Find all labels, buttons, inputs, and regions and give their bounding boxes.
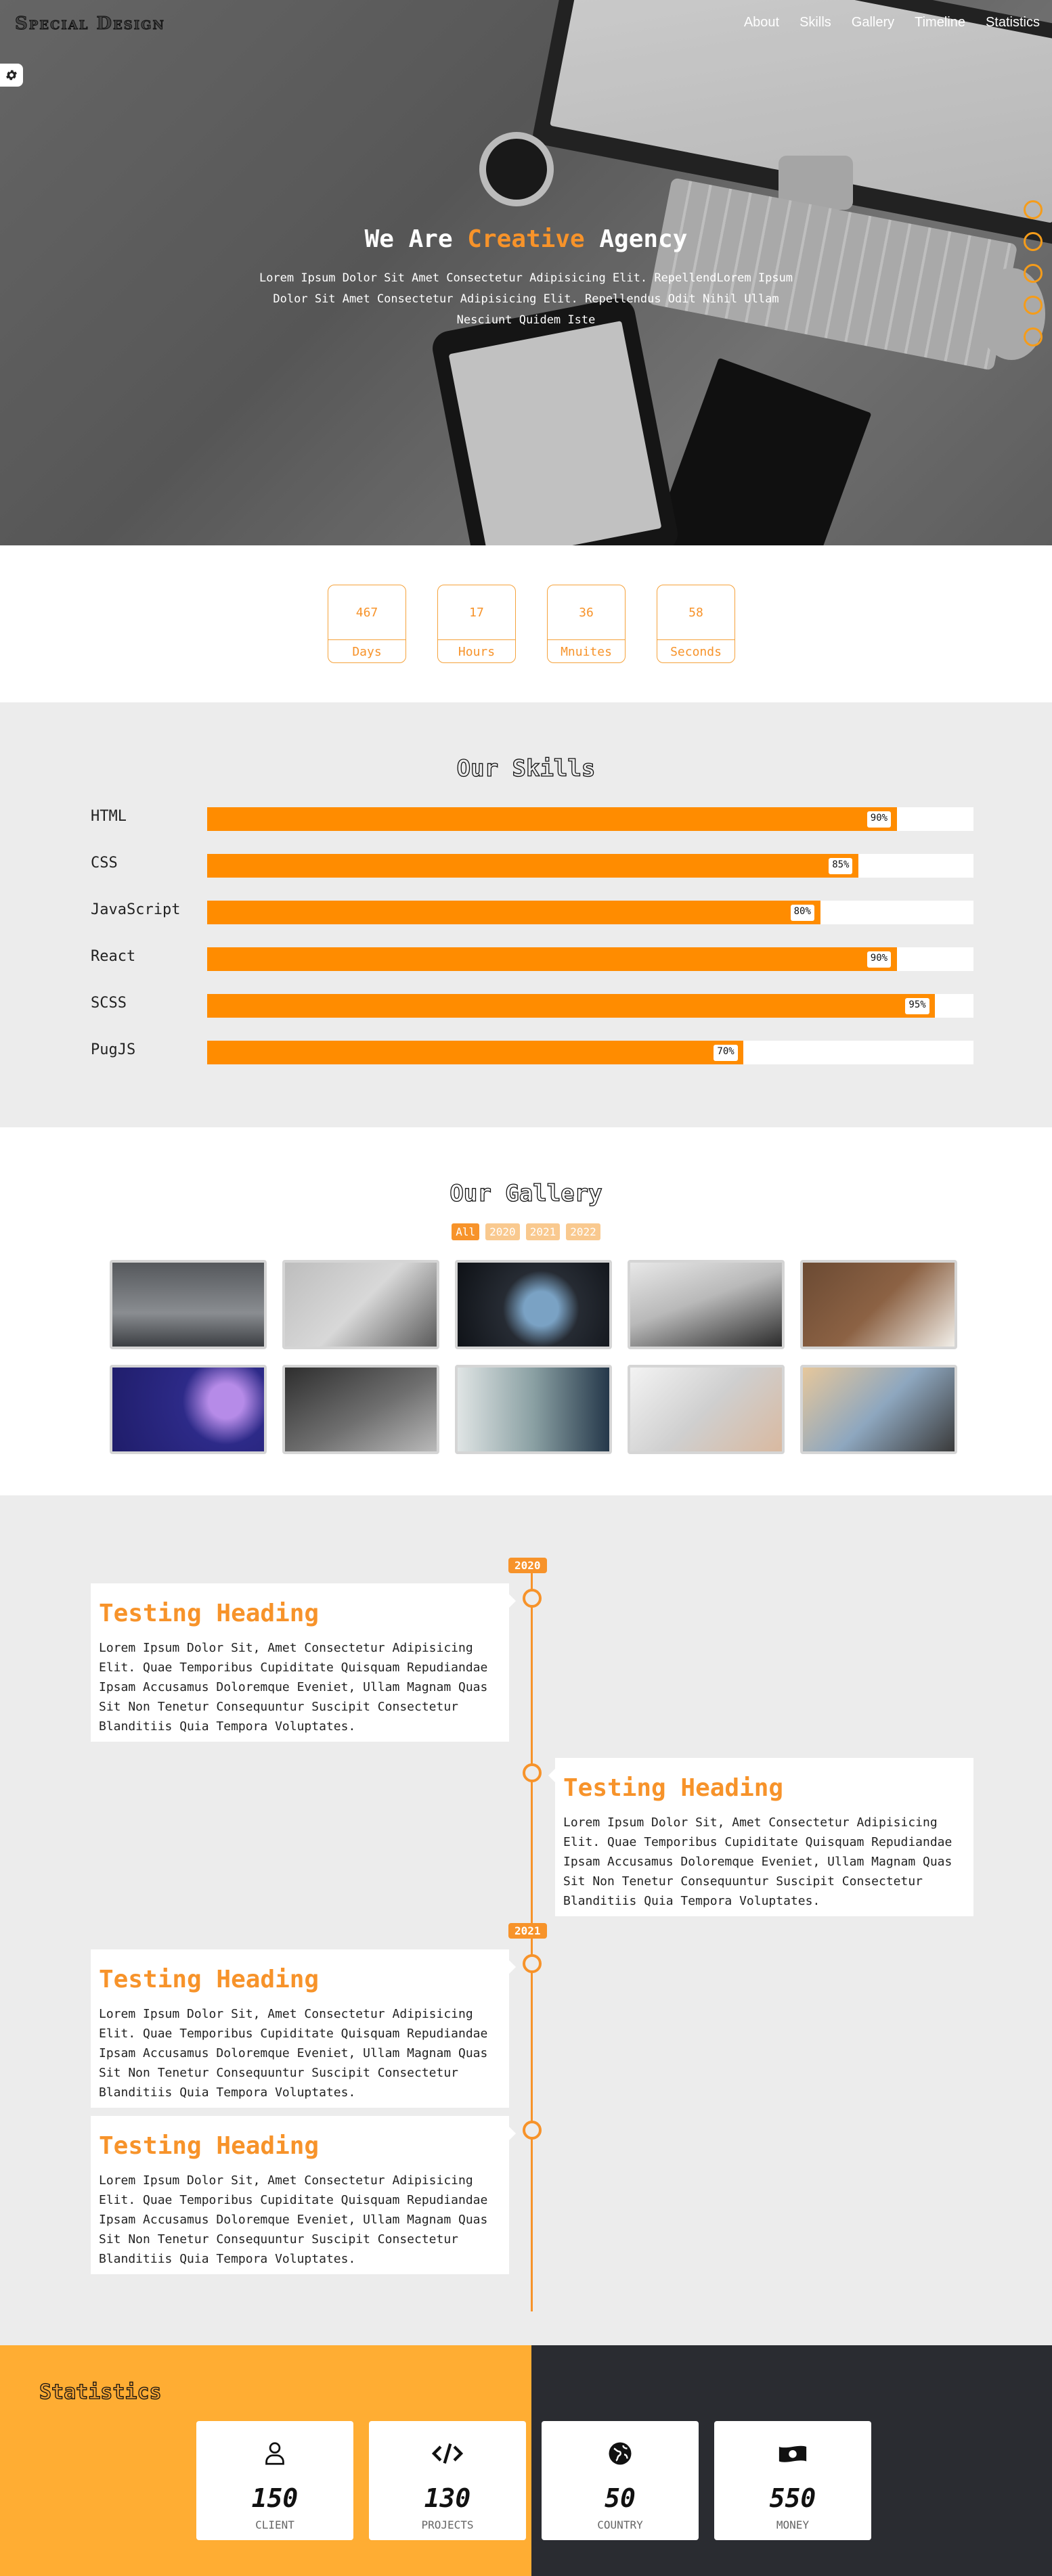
countdown-seconds: 58 Seconds <box>657 585 735 663</box>
skill-row: SCSS 95% <box>91 991 973 1018</box>
gallery-image[interactable] <box>110 1260 267 1349</box>
skill-percent-label: 90% <box>867 951 892 968</box>
skill-percent-label: 90% <box>867 811 892 828</box>
timeline-heading: Testing Heading <box>563 1774 784 1802</box>
hero-intro: We Are Creative Agency Lorem Ipsum Dolor… <box>0 225 1052 331</box>
user-icon <box>196 2441 353 2472</box>
timeline-year-2020: 2020 <box>508 1558 547 1573</box>
timeline-card: Testing Heading Lorem Ipsum Dolor Sit, A… <box>91 2116 516 2274</box>
skill-progress-fill <box>207 854 859 878</box>
skills-section: Our Skills HTML 90% CSS 85% JavaScript 80% Rea… <box>0 702 1052 1127</box>
timeline-card: Testing Heading Lorem Ipsum Dolor Sit, A… <box>91 1583 516 1742</box>
gallery-image[interactable] <box>800 1365 957 1454</box>
countdown-days: 467 Days <box>328 585 406 663</box>
timeline-section: 2020 Testing Heading Lorem Ipsum Dolor S… <box>0 1495 1052 2345</box>
skill-percent-label: 80% <box>790 905 814 921</box>
skill-progress-track: 90% <box>207 807 973 831</box>
skill-progress-track: 80% <box>207 901 973 924</box>
timeline-heading: Testing Heading <box>99 1600 320 1627</box>
gallery-section: Our Gallery All 2020 2021 2022 <box>0 1127 1052 1495</box>
timeline-heading: Testing Heading <box>99 2132 320 2160</box>
timeline-year-2021: 2021 <box>508 1923 547 1939</box>
skill-progress-track: 90% <box>207 947 973 971</box>
stat-box-projects: 130 PROJECTS <box>369 2421 526 2540</box>
gallery-image[interactable] <box>110 1365 267 1454</box>
gallery-image[interactable] <box>800 1260 957 1349</box>
timeline-card: Testing Heading Lorem Ipsum Dolor Sit, A… <box>91 1949 516 2108</box>
filter-2021[interactable]: 2021 <box>525 1223 561 1240</box>
gallery-image[interactable] <box>455 1365 612 1454</box>
skill-progress-track: 70% <box>207 1041 973 1064</box>
gallery-title: Our Gallery <box>450 1179 602 1207</box>
hero-description: Lorem Ipsum Dolor Sit Amet Consectetur A… <box>259 271 793 327</box>
countdown-section: 467 Days 17 Hours 36 Mnuites 58 Seconds <box>0 545 1052 702</box>
skill-progress-fill <box>207 947 897 971</box>
skill-progress-fill <box>207 901 820 924</box>
filter-2020[interactable]: 2020 <box>485 1223 520 1240</box>
skill-row: PugJS 70% <box>91 1037 973 1064</box>
skill-name: JavaScript <box>91 901 181 918</box>
skill-percent-label: 85% <box>829 858 853 874</box>
gallery-image[interactable] <box>628 1365 785 1454</box>
filter-2022[interactable]: 2022 <box>566 1223 600 1240</box>
gallery-image[interactable] <box>455 1260 612 1349</box>
gallery-image[interactable] <box>282 1365 439 1454</box>
countdown-minutes: 36 Mnuites <box>547 585 626 663</box>
skill-row: HTML 90% <box>91 804 973 831</box>
skill-progress-fill <box>207 1041 744 1064</box>
money-icon <box>714 2441 871 2472</box>
skill-progress-fill <box>207 807 897 831</box>
hero-title: We Are Creative Agency <box>364 225 688 253</box>
stat-box-countries: 50 COUNTRY <box>542 2421 699 2540</box>
globe-icon <box>542 2441 699 2472</box>
nav-link-skills[interactable]: Skills <box>799 15 831 30</box>
statistics-section: Statistics 150 CLIENT 130 PROJECTS 50 CO… <box>0 2345 1052 2576</box>
timeline-heading: Testing Heading <box>99 1966 320 1993</box>
skill-row: JavaScript 80% <box>91 897 973 924</box>
main-nav: About Skills Gallery Timeline Statistics <box>744 15 1040 30</box>
skill-progress-track: 95% <box>207 994 973 1018</box>
slider-bullet[interactable] <box>1024 200 1043 219</box>
skill-name: SCSS <box>91 995 127 1012</box>
skill-name: React <box>91 948 136 965</box>
gallery-grid <box>110 1260 957 1454</box>
skill-progress-track: 85% <box>207 854 973 878</box>
timeline-text: Lorem Ipsum Dolor Sit, Amet Consectetur … <box>99 1641 488 1734</box>
skills-title: Our Skills <box>456 754 596 782</box>
timeline-card: Testing Heading Lorem Ipsum Dolor Sit, A… <box>548 1758 973 1916</box>
gallery-filters: All 2020 2021 2022 <box>0 1223 1052 1240</box>
skill-name: PugJS <box>91 1041 136 1058</box>
skill-percent-label: 70% <box>714 1045 738 1061</box>
settings-gear-icon[interactable] <box>0 64 23 87</box>
site-logo[interactable]: Special Design <box>15 14 165 35</box>
skill-progress-fill <box>207 994 936 1018</box>
skill-row: CSS 85% <box>91 851 973 878</box>
skill-row: React 90% <box>91 944 973 971</box>
landing-section: Special Design About Skills Gallery Time… <box>0 0 1052 545</box>
countdown-hours: 17 Hours <box>437 585 516 663</box>
timeline-dot <box>523 2121 542 2140</box>
statistics-title: Statistics <box>39 2380 162 2404</box>
skill-name: CSS <box>91 855 118 872</box>
filter-all[interactable]: All <box>452 1223 480 1240</box>
timeline-dot <box>523 1954 542 1973</box>
gallery-image[interactable] <box>628 1260 785 1349</box>
skill-name: HTML <box>91 808 127 825</box>
stat-box-money: 550 MONEY <box>714 2421 871 2540</box>
stat-box-clients: 150 CLIENT <box>196 2421 353 2540</box>
timeline-text: Lorem Ipsum Dolor Sit, Amet Consectetur … <box>99 2173 488 2266</box>
code-icon <box>369 2441 526 2472</box>
nav-link-statistics[interactable]: Statistics <box>986 15 1040 30</box>
timeline-text: Lorem Ipsum Dolor Sit, Amet Consectetur … <box>99 2007 488 2100</box>
nav-link-about[interactable]: About <box>744 15 779 30</box>
nav-link-gallery[interactable]: Gallery <box>852 15 894 30</box>
skill-percent-label: 95% <box>905 998 929 1014</box>
gallery-image[interactable] <box>282 1260 439 1349</box>
timeline-text: Lorem Ipsum Dolor Sit, Amet Consectetur … <box>563 1815 952 1908</box>
nav-link-timeline[interactable]: Timeline <box>915 15 965 30</box>
timeline-dot <box>523 1763 542 1782</box>
timeline-dot <box>523 1589 542 1608</box>
